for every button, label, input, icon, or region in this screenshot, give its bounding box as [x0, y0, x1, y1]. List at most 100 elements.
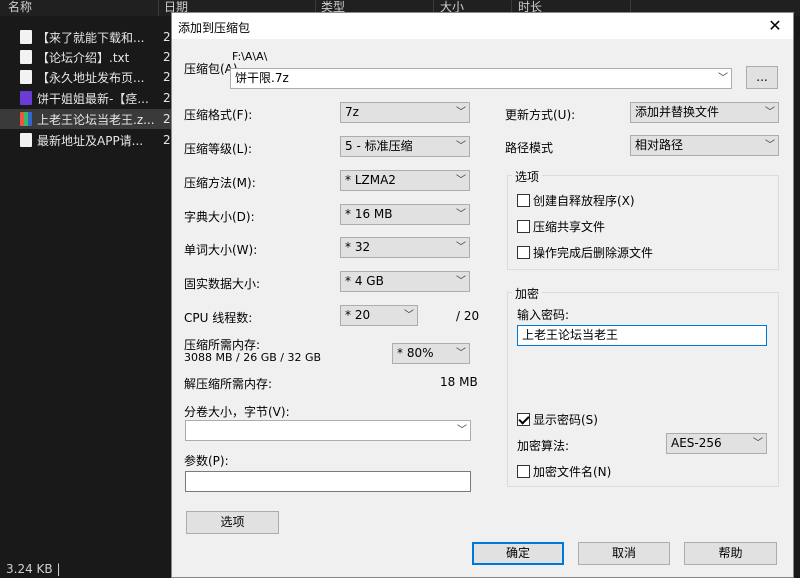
cpu-value: * 20 — [345, 308, 371, 322]
word-label: 单词大小(W): — [184, 243, 258, 257]
chevron-down-icon: ﹀ — [456, 276, 466, 287]
split-combo[interactable]: ﹀ — [185, 420, 471, 441]
options-button[interactable]: 选项 — [186, 511, 279, 534]
sfx-checkbox[interactable] — [517, 194, 530, 207]
file-name: 最新地址及APP请... — [37, 133, 144, 148]
file-row[interactable]: 【论坛介绍】.txt 2 — [0, 47, 175, 67]
file-row[interactable]: 【永久地址发布页... 2 — [0, 67, 175, 87]
shared-label: 压缩共享文件 — [533, 220, 606, 234]
help-button[interactable]: 帮助 — [684, 542, 777, 565]
solid-select[interactable]: * 4 GB ﹀ — [340, 271, 470, 292]
text-file-icon — [20, 30, 32, 44]
chevron-down-icon: ﹀ — [456, 348, 466, 359]
column-name[interactable]: 名称 — [8, 0, 32, 14]
file-date: 2 — [163, 133, 171, 147]
encryption-group-title: 加密 — [512, 285, 543, 302]
level-select[interactable]: 5 - 标准压缩 ﹀ — [340, 136, 470, 157]
cpu-label: CPU 线程数: — [184, 311, 253, 325]
decomp-label: 解压缩所需内存: — [184, 377, 273, 391]
path-select[interactable]: 相对路径 ﹀ — [630, 135, 779, 156]
chevron-down-icon: ﹀ — [765, 107, 775, 118]
level-value: 5 - 标准压缩 — [345, 139, 413, 153]
chevron-down-icon: ﹀ — [753, 438, 763, 449]
split-label: 分卷大小，字节(V): — [184, 405, 290, 419]
sfx-option[interactable]: 创建自释放程序(X) — [517, 192, 635, 209]
options-group-title: 选项 — [512, 168, 543, 185]
file-row[interactable]: 饼干姐姐最新-【痉... 2 — [0, 88, 175, 108]
file-name: 上老王论坛当老王.z... — [37, 112, 155, 127]
file-name: 【来了就能下载和... — [37, 30, 145, 45]
encrypt-names-checkbox[interactable] — [517, 465, 530, 478]
delete-checkbox[interactable] — [517, 246, 530, 259]
close-icon[interactable]: ✕ — [761, 15, 789, 37]
dict-label: 字典大小(D): — [184, 210, 255, 224]
solid-label: 固实数据大小: — [184, 277, 261, 291]
chevron-down-icon: ﹀ — [456, 107, 466, 118]
file-date: 2 — [163, 91, 171, 105]
shared-option[interactable]: 压缩共享文件 — [517, 218, 605, 235]
text-file-icon — [20, 133, 32, 147]
chevron-down-icon: ﹀ — [456, 175, 466, 186]
file-row[interactable]: 【来了就能下载和... 2 — [0, 27, 175, 47]
enc-method-label: 加密算法: — [517, 439, 570, 453]
decomp-value: 18 MB — [440, 375, 478, 389]
update-select[interactable]: 添加并替换文件 ﹀ — [630, 102, 779, 123]
chevron-down-icon: ﹀ — [457, 425, 467, 436]
word-value: * 32 — [345, 240, 371, 254]
cpu-max: / 20 — [456, 309, 480, 323]
file-date: 2 — [163, 70, 171, 84]
mem-detail: 3088 MB / 26 GB / 32 GB — [184, 351, 322, 364]
format-select[interactable]: 7z ﹀ — [340, 102, 470, 123]
show-password-option[interactable]: 显示密码(S) — [517, 411, 598, 428]
cancel-button[interactable]: 取消 — [578, 542, 670, 565]
password-input[interactable]: 上老王论坛当老王 — [517, 325, 767, 346]
params-label: 参数(P): — [184, 454, 229, 468]
chevron-down-icon: ﹀ — [765, 140, 775, 151]
format-value: 7z — [345, 105, 359, 119]
archive-name-combo[interactable]: 饼干限.7z ﹀ — [230, 68, 732, 89]
chevron-down-icon: ﹀ — [456, 209, 466, 220]
add-to-archive-dialog: 添加到压缩包 ✕ 压缩包(A) F:\A\A\ 饼干限.7z ﹀ ... 压缩格… — [171, 12, 794, 578]
password-label: 输入密码: — [517, 308, 570, 322]
show-password-label: 显示密码(S) — [533, 413, 598, 427]
encrypt-names-option[interactable]: 加密文件名(N) — [517, 463, 611, 480]
update-label: 更新方式(U): — [505, 108, 576, 122]
delete-option[interactable]: 操作完成后删除源文件 — [517, 244, 653, 261]
delete-label: 操作完成后删除源文件 — [533, 246, 654, 260]
params-input[interactable] — [185, 471, 471, 492]
word-select[interactable]: * 32 ﹀ — [340, 237, 470, 258]
enc-method-select[interactable]: AES-256 ﹀ — [666, 433, 767, 454]
dict-value: * 16 MB — [345, 207, 393, 221]
text-file-icon — [20, 70, 32, 84]
file-row[interactable]: 最新地址及APP请... 2 — [0, 130, 175, 150]
enc-method-value: AES-256 — [671, 436, 722, 450]
shared-checkbox[interactable] — [517, 220, 530, 233]
chevron-down-icon: ﹀ — [456, 242, 466, 253]
text-file-icon — [20, 50, 32, 64]
mem-select[interactable]: * 80% ﹀ — [392, 343, 470, 364]
encrypt-names-label: 加密文件名(N) — [533, 465, 612, 479]
level-label: 压缩等级(L): — [184, 142, 253, 156]
status-bar: 3.24 KB | — [6, 562, 61, 576]
archive-path: F:\A\A\ — [232, 50, 268, 63]
file-row-selected[interactable]: 上老王论坛当老王.z... 2 — [0, 109, 175, 129]
file-name: 饼干姐姐最新-【痉... — [37, 91, 149, 106]
archive-name-value: 饼干限.7z — [235, 71, 289, 85]
title-bar[interactable]: 添加到压缩包 ✕ — [172, 13, 793, 39]
dict-select[interactable]: * 16 MB ﹀ — [340, 204, 470, 225]
mem-value: * 80% — [397, 346, 434, 360]
archive-file-icon — [20, 112, 32, 126]
file-date: 2 — [163, 112, 171, 126]
method-value: * LZMA2 — [345, 173, 396, 187]
file-name: 【论坛介绍】.txt — [37, 50, 130, 65]
method-select[interactable]: * LZMA2 ﹀ — [340, 170, 470, 191]
update-value: 添加并替换文件 — [635, 105, 720, 119]
video-file-icon — [20, 91, 32, 105]
browse-button[interactable]: ... — [746, 66, 778, 89]
solid-value: * 4 GB — [345, 274, 384, 288]
cpu-select[interactable]: * 20 ﹀ — [340, 305, 418, 326]
file-date: 2 — [163, 50, 171, 64]
show-password-checkbox[interactable] — [517, 413, 530, 426]
file-date: 2 — [163, 30, 171, 44]
ok-button[interactable]: 确定 — [472, 542, 564, 565]
